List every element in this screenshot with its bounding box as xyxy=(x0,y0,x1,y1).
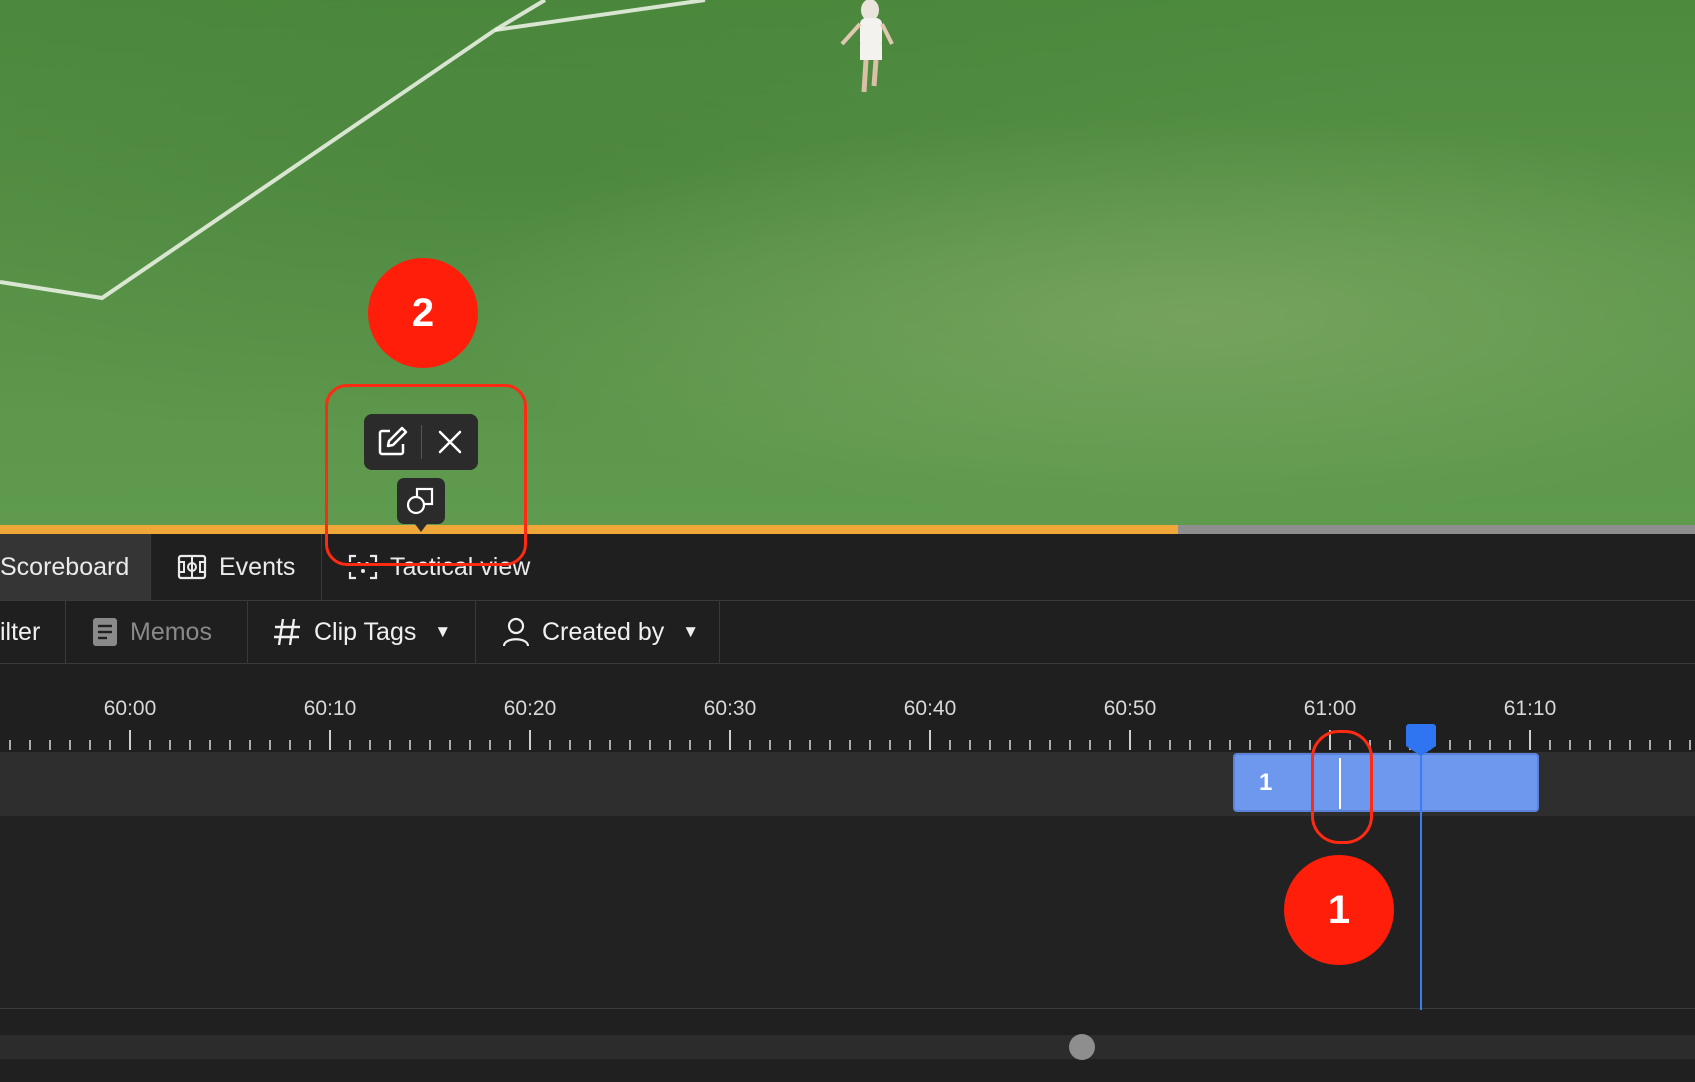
clip-tags-label: Clip Tags xyxy=(314,617,417,646)
created-by-label: Created by xyxy=(542,617,665,646)
user-icon xyxy=(502,617,530,647)
playhead-line xyxy=(1420,735,1422,1010)
annotation-number: 1 xyxy=(1327,887,1351,932)
filter-button[interactable]: ilter xyxy=(0,601,40,663)
timeline-scrollbar[interactable] xyxy=(0,1035,1695,1059)
tab-scoreboard-label: Scoreboard xyxy=(0,552,130,581)
annotation-number: 2 xyxy=(411,290,435,335)
playback-progress-fill xyxy=(0,525,1179,534)
playhead-handle[interactable] xyxy=(1406,724,1436,756)
pitch-icon xyxy=(177,554,207,580)
memos-label: Memos xyxy=(130,617,212,646)
tab-events[interactable]: Events xyxy=(151,534,322,600)
filter-separator xyxy=(719,601,720,663)
timeline-track[interactable] xyxy=(0,816,1695,881)
filter-bar: ilter Memos Clip Tags ▼ Created by ▼ xyxy=(0,601,1695,664)
chevron-down-icon: ▼ xyxy=(682,622,700,641)
timeline-clip[interactable]: 1 xyxy=(1233,753,1539,812)
filter-label: ilter xyxy=(0,617,41,646)
annotation-box-2 xyxy=(325,384,527,566)
clip-tags-filter[interactable]: Clip Tags ▼ xyxy=(272,601,451,663)
hashtag-icon xyxy=(274,618,300,646)
timeline-ruler[interactable]: 60:00 60:10 60:20 60:30 60:40 60:50 61:0… xyxy=(0,664,1695,752)
timeline-track[interactable] xyxy=(0,944,1695,1009)
memo-icon xyxy=(93,618,117,646)
annotation-marker-1: 1 xyxy=(1284,855,1394,965)
filter-separator xyxy=(247,601,248,663)
tab-scoreboard[interactable]: Scoreboard xyxy=(0,534,151,600)
ruler-ticks xyxy=(9,730,1691,750)
video-frame[interactable] xyxy=(0,0,1695,525)
panel-tabs: Scoreboard Events Tactical view xyxy=(0,534,1695,601)
annotation-box-1 xyxy=(1311,730,1373,844)
chevron-down-icon: ▼ xyxy=(434,622,452,641)
player-figure xyxy=(840,0,894,93)
clip-number: 1 xyxy=(1259,769,1273,796)
created-by-filter[interactable]: Created by ▼ xyxy=(502,601,699,663)
tab-events-label: Events xyxy=(219,552,296,581)
scrollbar-thumb[interactable] xyxy=(1069,1034,1095,1060)
memos-filter[interactable]: Memos xyxy=(92,601,212,663)
annotation-marker-2: 2 xyxy=(368,258,478,368)
playback-progress-bar[interactable] xyxy=(0,525,1695,534)
filter-separator xyxy=(65,601,66,663)
filter-separator xyxy=(475,601,476,663)
timeline-track[interactable] xyxy=(0,880,1695,945)
